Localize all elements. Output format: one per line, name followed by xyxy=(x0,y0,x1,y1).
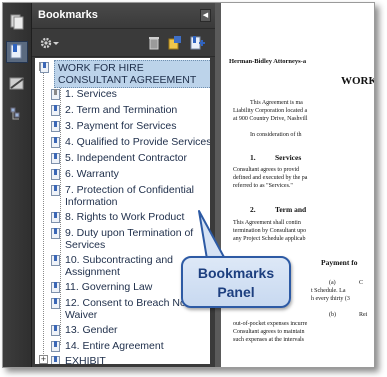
doc-line: out-of-pocket expenses incurre xyxy=(233,321,308,327)
bookmark-item-exhibit[interactable]: EXHIBIT xyxy=(51,355,210,364)
bookmark-label: 5. Independent Contractor xyxy=(65,152,188,164)
tree-guide-line xyxy=(60,84,61,345)
bookmark-label: 6. Warranty xyxy=(65,168,119,180)
bookmark-icon xyxy=(51,105,60,116)
bookmark-label: 4. Qualified to Provide Services xyxy=(65,136,210,148)
doc-line: such expenses at the intervals xyxy=(233,337,304,343)
bookmark-item[interactable]: 14. Entire Agreement xyxy=(51,340,210,352)
page-thumbnails-icon[interactable] xyxy=(6,11,28,33)
bookmark-icon xyxy=(51,255,60,266)
bookmark-root[interactable]: WORK FOR HIRE CONSULTANT AGREEMENT xyxy=(40,60,210,88)
doc-line: Rei xyxy=(359,312,368,318)
bookmark-item[interactable]: 5. Independent Contractor xyxy=(51,152,210,164)
acrobat-window: Bookmarks ◀ − WORK FOR HIRE xyxy=(2,2,375,368)
expand-bookmark-icon[interactable] xyxy=(168,35,182,51)
doc-line: t Schedule. La xyxy=(311,288,346,294)
tree-guide-line xyxy=(43,72,44,364)
bookmark-icon xyxy=(51,121,60,132)
bookmark-item[interactable]: 13. Gender xyxy=(51,324,210,336)
bookmark-icon xyxy=(51,228,60,239)
bookmark-item[interactable]: 3. Payment for Services xyxy=(51,120,210,132)
new-bookmark-icon[interactable] xyxy=(190,35,206,51)
panel-title: Bookmarks xyxy=(38,9,98,21)
gear-icon[interactable] xyxy=(40,35,60,51)
bookmark-label: EXHIBIT xyxy=(65,355,106,364)
doc-line: at 900 Country Drive, Nashvill xyxy=(233,116,308,122)
bookmark-item[interactable]: 6. Warranty xyxy=(51,168,210,180)
layers-icon[interactable] xyxy=(6,103,28,125)
panel-header: Bookmarks ◀ xyxy=(32,3,215,29)
callout-pointer xyxy=(198,210,226,260)
callout-bubble: Bookmarks Panel xyxy=(181,256,291,308)
callout-text: Bookmarks Panel xyxy=(197,265,275,300)
doc-line: 2. xyxy=(250,205,256,214)
bookmark-icon xyxy=(51,282,60,293)
doc-line: Consultant agrees to provid xyxy=(233,167,300,173)
doc-line: This Agreement is ma xyxy=(250,100,303,106)
doc-line: C xyxy=(359,280,364,286)
doc-line: Consultant agrees to maintain xyxy=(233,329,305,335)
bookmarks-icon[interactable] xyxy=(6,41,28,63)
doc-line: In consideration of th xyxy=(250,132,302,138)
bookmark-icon xyxy=(51,325,60,336)
bookmark-item[interactable]: 4. Qualified to Provide Services xyxy=(51,136,210,148)
doc-line: 1. xyxy=(250,153,256,162)
bookmark-icon xyxy=(51,137,60,148)
torn-edge xyxy=(372,22,374,367)
doc-line: referred to as "Services." xyxy=(233,183,293,189)
bookmark-icon xyxy=(51,341,60,352)
expand-exhibit-icon[interactable]: + xyxy=(39,355,48,364)
doc-line: defined and executed by the pa xyxy=(233,175,308,181)
bookmark-label: 13. Gender xyxy=(65,324,118,336)
bookmark-icon xyxy=(51,89,60,100)
doc-line: Payment fo xyxy=(321,258,358,267)
bookmarks-panel: Bookmarks ◀ − WORK FOR HIRE xyxy=(32,3,215,367)
doc-line: any Project Schedule applicab xyxy=(233,236,306,242)
bookmark-icon xyxy=(51,185,60,196)
bookmark-item[interactable]: 7. Protection of Confidential Informatio… xyxy=(51,184,205,208)
triangle-left-icon[interactable]: ◀ xyxy=(200,9,211,22)
bookmark-label: 7. Protection of Confidential Informatio… xyxy=(65,184,194,208)
navigation-pane-strip xyxy=(3,3,32,367)
bookmark-label: 1. Services xyxy=(65,88,117,100)
bookmark-icon xyxy=(40,62,49,73)
bookmark-root-label: WORK FOR HIRE CONSULTANT AGREEMENT xyxy=(58,62,197,86)
doc-line: Services xyxy=(275,153,302,162)
bookmark-icon xyxy=(51,212,60,223)
bookmark-icon xyxy=(51,169,60,180)
doc-line: (a) xyxy=(329,280,336,286)
doc-line: termination by Consultant upo xyxy=(233,228,307,234)
doc-line: (b) xyxy=(329,312,336,318)
doc-line: Herman-Bidley Attorneys-a xyxy=(229,58,307,65)
bookmark-label: 9. Duty upon Termination of Services xyxy=(65,227,194,251)
bookmark-label: 8. Rights to Work Product xyxy=(65,211,185,223)
doc-line: This Agreement shall contin xyxy=(233,220,301,226)
bookmark-item[interactable]: 9. Duty upon Termination of Services xyxy=(51,227,205,251)
trash-icon[interactable] xyxy=(148,35,160,51)
doc-line: Term and xyxy=(275,205,307,214)
document-page: Herman-Bidley Attorneys-a WORK This Agre… xyxy=(221,3,374,367)
signatures-icon[interactable] xyxy=(6,73,28,95)
doc-line: Liability Corporation located a xyxy=(233,108,308,114)
bookmark-icon xyxy=(51,153,60,164)
bookmark-item[interactable]: 2. Term and Termination xyxy=(51,104,210,116)
bookmark-icon xyxy=(51,356,60,364)
doc-line: h every thirty (3 xyxy=(311,296,350,302)
bookmark-tree: − WORK FOR HIRE CONSULTANT AGREEMENT 1. … xyxy=(35,58,210,364)
document-view: Herman-Bidley Attorneys-a WORK This Agre… xyxy=(215,3,374,367)
bookmark-label: 2. Term and Termination xyxy=(65,104,178,116)
bookmark-item[interactable]: 8. Rights to Work Product xyxy=(51,211,210,223)
bookmark-label: 3. Payment for Services xyxy=(65,120,177,132)
bookmark-icon xyxy=(51,298,60,309)
bookmark-item[interactable]: 1. Services xyxy=(51,88,210,100)
bookmarks-toolbar xyxy=(32,29,215,57)
bookmark-label: 14. Entire Agreement xyxy=(65,340,164,352)
